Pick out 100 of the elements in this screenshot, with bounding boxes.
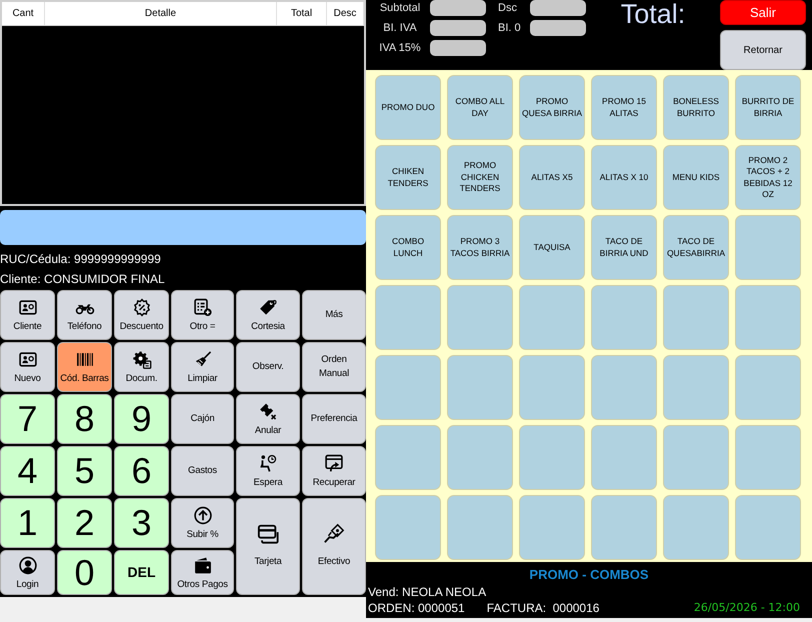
function-button[interactable]: Otro = — [171, 290, 234, 340]
function-button[interactable]: Observ. — [236, 342, 300, 392]
wallet-icon — [192, 556, 212, 575]
price-tag-icon — [258, 298, 278, 318]
function-button[interactable]: Gastos — [171, 446, 234, 496]
digit-key[interactable]: 1 — [0, 498, 55, 548]
vendor-text: Vend: NEOLA NEOLA — [368, 584, 486, 600]
person-clock-icon — [258, 454, 278, 474]
product-tile[interactable]: MENU KIDS — [663, 145, 729, 210]
function-button[interactable]: Cortesia — [236, 290, 300, 340]
category-title: PROMO - COMBOS — [529, 566, 649, 584]
empty-tile — [447, 495, 513, 560]
function-button[interactable]: Preferencia — [302, 394, 366, 444]
column-header: Detalle — [45, 2, 277, 25]
digit-key[interactable]: 7 — [0, 394, 55, 444]
function-button[interactable]: Orden Manual — [302, 342, 366, 392]
empty-tile — [447, 425, 513, 490]
exit-button[interactable]: Salir — [720, 0, 806, 25]
digit-key[interactable]: 5 — [57, 446, 112, 496]
order-number: ORDEN: 0000051 — [368, 600, 465, 616]
empty-tile — [735, 425, 801, 490]
function-button[interactable]: Login — [0, 550, 55, 595]
product-tile[interactable]: COMBO ALL DAY — [447, 75, 513, 140]
product-tile[interactable]: BURRITO DE BIRRIA — [735, 75, 801, 140]
gear-document-icon — [132, 350, 152, 370]
digit-key[interactable]: 9 — [114, 394, 169, 444]
id-card-icon — [18, 298, 38, 318]
product-tile[interactable]: PROMO DUO — [375, 75, 441, 140]
summary-field — [430, 0, 486, 16]
function-button[interactable]: Efectivo — [302, 498, 366, 595]
product-tile[interactable]: PROMO CHICKEN TENDERS — [447, 145, 513, 210]
empty-tile — [519, 285, 585, 350]
function-button[interactable]: Más — [302, 290, 366, 340]
digit-key[interactable]: 3 — [114, 498, 169, 548]
product-tile[interactable]: COMBO LUNCH — [375, 215, 441, 280]
digit-key[interactable]: 0 — [57, 550, 112, 595]
summary-label: Subtotal — [378, 0, 422, 16]
empty-tile — [519, 355, 585, 420]
digit-key[interactable]: 2 — [57, 498, 112, 548]
summary-label: Dsc — [498, 0, 518, 16]
function-button[interactable]: Cód. Barras — [57, 342, 112, 392]
product-tile[interactable]: PROMO QUESA BIRRIA — [519, 75, 585, 140]
function-button[interactable]: Cliente — [0, 290, 55, 340]
product-tile[interactable]: PROMO 15 ALITAS — [591, 75, 657, 140]
product-tile[interactable]: TAQUISA — [519, 215, 585, 280]
empty-tile — [375, 425, 441, 490]
empty-tile — [591, 425, 657, 490]
function-button[interactable]: Anular — [236, 394, 300, 444]
empty-tile — [663, 285, 729, 350]
empty-tile — [663, 425, 729, 490]
empty-tile — [375, 355, 441, 420]
product-tile[interactable]: ALITAS X 10 — [591, 145, 657, 210]
product-tile[interactable]: BONELESS BURRITO — [663, 75, 729, 140]
function-button[interactable]: Recuperar — [302, 446, 366, 496]
hand-cash-icon — [323, 523, 345, 546]
back-button[interactable]: Retornar — [720, 30, 806, 70]
empty-tile — [447, 355, 513, 420]
function-button[interactable]: Limpiar — [171, 342, 234, 392]
total-label: Total: — [620, 0, 686, 28]
empty-tile — [591, 355, 657, 420]
function-button[interactable]: Espera — [236, 446, 300, 496]
arrow-up-circle-icon — [192, 506, 212, 526]
invoice-number: FACTURA: 0000016 — [486, 600, 600, 616]
credit-cards-icon — [257, 523, 279, 546]
summary-field — [530, 0, 586, 16]
function-button[interactable]: Subir % — [171, 498, 234, 548]
digit-key[interactable]: 8 — [57, 394, 112, 444]
function-button[interactable]: Docum. — [114, 342, 169, 392]
delete-key[interactable]: DEL — [114, 550, 169, 595]
customer-id-text: RUC/Cédula: 9999999999999 — [0, 251, 161, 268]
window-arrow-icon — [324, 454, 344, 474]
product-tile[interactable]: PROMO 3 TACOS BIRRIA — [447, 215, 513, 280]
customer-name-text: Cliente: CONSUMIDOR FINAL — [0, 271, 165, 288]
empty-tile — [735, 355, 801, 420]
summary-label: IVA 15% — [378, 40, 422, 56]
product-tile[interactable]: ALITAS X5 — [519, 145, 585, 210]
product-tile[interactable]: CHIKEN TENDERS — [375, 145, 441, 210]
empty-tile — [735, 215, 801, 280]
digit-key[interactable]: 4 — [0, 446, 55, 496]
column-header: Cant — [2, 2, 45, 25]
function-button[interactable]: Teléfono — [57, 290, 112, 340]
empty-tile — [735, 285, 801, 350]
summary-field — [530, 20, 586, 36]
empty-tile — [735, 495, 801, 560]
product-tile[interactable]: PROMO 2 TACOS + 2 BEBIDAS 12 OZ — [735, 145, 801, 210]
function-button[interactable]: Cajón — [171, 394, 234, 444]
empty-tile — [663, 495, 729, 560]
function-button[interactable]: Nuevo — [0, 342, 55, 392]
product-tile[interactable]: TACO DE BIRRIA UND — [591, 215, 657, 280]
empty-tile — [591, 495, 657, 560]
id-card-icon — [18, 350, 38, 370]
product-tile[interactable]: TACO DE QUESABIRRIA — [663, 215, 729, 280]
user-icon — [18, 556, 38, 575]
function-button[interactable]: Otros Pagos — [171, 550, 234, 595]
digit-key[interactable]: 6 — [114, 446, 169, 496]
empty-tile — [519, 495, 585, 560]
summary-label: BI. 0 — [498, 20, 522, 36]
function-button[interactable]: Descuento — [114, 290, 169, 340]
function-button[interactable]: Tarjeta — [236, 498, 300, 595]
input-field[interactable] — [0, 210, 366, 245]
